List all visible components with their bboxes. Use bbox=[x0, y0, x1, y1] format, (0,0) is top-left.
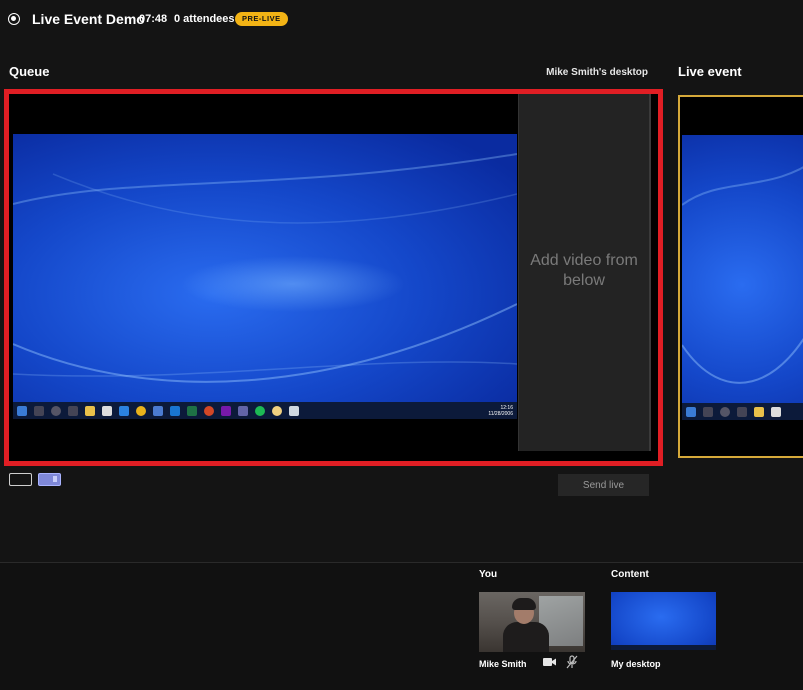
queue-preview[interactable]: 12:16 11/28/2006 Add video from below bbox=[4, 89, 663, 466]
file-explorer-icon bbox=[754, 406, 764, 417]
taskbar-date: 11/28/2006 bbox=[488, 410, 513, 417]
content-thumbnail[interactable] bbox=[611, 592, 716, 650]
store-icon bbox=[102, 405, 112, 416]
teams-icon bbox=[153, 405, 163, 416]
person-hair bbox=[512, 598, 536, 610]
layout-split-button[interactable] bbox=[38, 473, 61, 486]
snipping-icon bbox=[289, 405, 299, 416]
layout-single-button[interactable] bbox=[9, 473, 32, 486]
file-explorer-icon bbox=[85, 405, 95, 416]
excel-icon bbox=[187, 405, 197, 416]
chrome-icon bbox=[136, 405, 146, 416]
camera-icon[interactable] bbox=[543, 657, 557, 667]
top-bar: Live Event Demo 07:48 0 attendees PRE-LI… bbox=[0, 0, 803, 40]
mic-off-icon[interactable] bbox=[566, 655, 578, 669]
cortana-icon bbox=[51, 405, 61, 416]
add-video-hint: Add video from below bbox=[530, 252, 638, 289]
event-title: Live Event Demo bbox=[32, 11, 145, 27]
taskbar-clock: 12:16 11/28/2006 bbox=[488, 405, 513, 417]
windows-start-icon bbox=[686, 406, 696, 417]
camera-owner-name: Mike Smith bbox=[479, 659, 527, 669]
teams-active-icon bbox=[238, 405, 248, 416]
task-view-icon bbox=[737, 406, 747, 417]
search-icon bbox=[34, 405, 44, 416]
task-view-icon bbox=[68, 405, 78, 416]
content-source-name: My desktop bbox=[611, 659, 661, 669]
desktop-share-preview: 12:16 11/28/2006 bbox=[13, 134, 517, 419]
send-live-button[interactable]: Send live bbox=[558, 474, 649, 496]
live-event-label: Live event bbox=[678, 64, 742, 79]
add-video-slot[interactable]: Add video from below bbox=[518, 94, 649, 451]
mini-taskbar bbox=[611, 645, 716, 650]
record-icon bbox=[8, 13, 20, 25]
edge-icon bbox=[119, 405, 129, 416]
content-label: Content bbox=[611, 569, 649, 580]
outlook-icon bbox=[170, 405, 180, 416]
person-body bbox=[503, 622, 549, 652]
powerpoint-icon bbox=[204, 405, 214, 416]
live-event-preview[interactable] bbox=[678, 95, 803, 458]
windows-start-icon bbox=[17, 405, 27, 416]
live-desktop-preview bbox=[681, 135, 803, 420]
cortana-icon bbox=[720, 406, 730, 417]
search-icon bbox=[703, 406, 713, 417]
camera-feed-thumbnail[interactable] bbox=[479, 592, 585, 652]
event-timer: 07:48 bbox=[139, 13, 168, 25]
panel-edge bbox=[649, 94, 651, 451]
clock-app-icon bbox=[272, 405, 282, 416]
wallpaper-light-streaks bbox=[13, 153, 517, 383]
queue-label: Queue bbox=[9, 64, 50, 79]
live-wallpaper-streaks bbox=[681, 166, 803, 384]
taskbar: 12:16 11/28/2006 bbox=[13, 402, 517, 419]
you-label: You bbox=[479, 569, 498, 580]
live-taskbar bbox=[682, 403, 803, 420]
attendee-count: 0 attendees bbox=[174, 13, 235, 25]
spotify-icon bbox=[255, 405, 265, 416]
store-icon bbox=[771, 406, 781, 417]
status-badge: PRE-LIVE bbox=[235, 12, 288, 26]
queue-source-label: Mike Smith's desktop bbox=[546, 67, 648, 78]
onenote-icon bbox=[221, 405, 231, 416]
